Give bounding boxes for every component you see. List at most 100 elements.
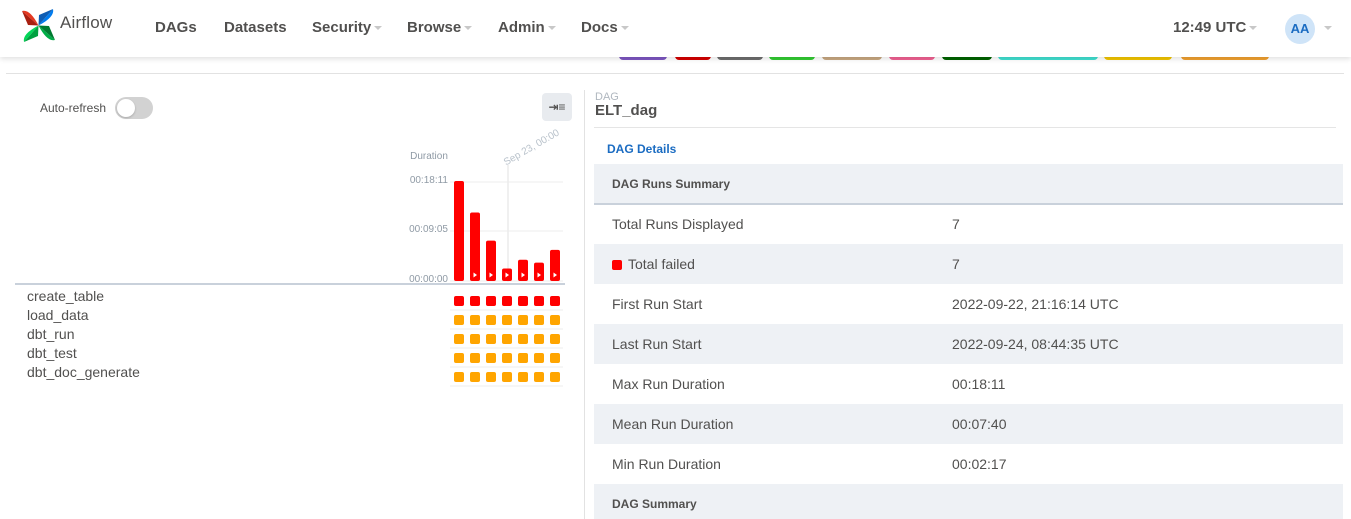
- dag-run-duration-bar[interactable]: [534, 262, 544, 281]
- task-instance-cell[interactable]: [518, 372, 528, 382]
- summary-row-key: Max Run Duration: [612, 376, 725, 392]
- dag-id-title: ELT_dag: [595, 102, 658, 119]
- task-instance-cell[interactable]: [534, 353, 544, 363]
- task-instance-cell[interactable]: [486, 296, 496, 306]
- summary-row-value: 2022-09-24, 08:44:35 UTC: [952, 336, 1119, 352]
- nav-docs-label: Docs: [581, 19, 618, 36]
- chevron-down-icon: [1249, 26, 1258, 31]
- task-instance-cell[interactable]: [534, 296, 544, 306]
- task-instance-cell[interactable]: [486, 315, 496, 325]
- dag-summary-header: DAG Summary: [594, 484, 1343, 519]
- summary-row-value: 00:18:11: [952, 376, 1006, 392]
- nav-dags[interactable]: DAGs: [155, 19, 197, 36]
- summary-row-value: 7: [952, 216, 960, 232]
- task-instance-cell[interactable]: [518, 353, 528, 363]
- summary-row-key: First Run Start: [612, 296, 702, 312]
- y-tick-label: 00:18:11: [410, 175, 449, 186]
- timezone-clock[interactable]: 12:49 UTC: [1173, 19, 1258, 36]
- dag-run-duration-bar[interactable]: [518, 259, 528, 281]
- chevron-down-icon: [464, 26, 473, 31]
- task-instance-cell[interactable]: [550, 334, 560, 344]
- task-instance-cell[interactable]: [550, 315, 560, 325]
- task-instance-cell[interactable]: [454, 372, 464, 382]
- task-instance-cell[interactable]: [534, 334, 544, 344]
- nav-browse[interactable]: Browse: [407, 19, 473, 36]
- task-instance-cell[interactable]: [470, 296, 480, 306]
- collapse-details-button[interactable]: ⇥≡: [542, 93, 572, 121]
- summary-row-key: Total Runs Displayed: [612, 216, 744, 232]
- auto-refresh-toggle[interactable]: [115, 97, 153, 119]
- brand-name: Airflow: [60, 12, 113, 32]
- nav-admin[interactable]: Admin: [498, 19, 556, 36]
- dag-runs-summary-header: DAG Runs Summary: [594, 164, 1343, 205]
- task-instance-cell[interactable]: [534, 315, 544, 325]
- run-date-label: Sep 23, 00:00: [502, 127, 562, 168]
- task-instance-cell[interactable]: [470, 315, 480, 325]
- chevron-down-icon: [547, 26, 556, 31]
- task-name-dbt-doc-generate[interactable]: dbt_doc_generate: [27, 364, 140, 380]
- task-instance-cell[interactable]: [454, 353, 464, 363]
- summary-row-key-text: First Run Start: [612, 296, 703, 312]
- task-instance-cell[interactable]: [486, 372, 496, 382]
- divider: [6, 73, 1344, 74]
- summary-row-value: 00:02:17: [952, 456, 1007, 472]
- nav-admin-label: Admin: [498, 19, 545, 36]
- task-instance-cell[interactable]: [486, 334, 496, 344]
- nav-browse-label: Browse: [407, 19, 462, 36]
- summary-row-key-text: Last Run Start: [612, 336, 702, 352]
- task-instance-cell[interactable]: [470, 353, 480, 363]
- chevron-down-icon: [374, 26, 383, 31]
- dag-run-duration-bar[interactable]: [470, 212, 480, 281]
- task-name-dbt-test[interactable]: dbt_test: [27, 345, 77, 361]
- summary-row-key-text: Max Run Duration: [612, 376, 725, 392]
- collapse-sidebar-icon: ⇥≡: [548, 100, 566, 114]
- task-instance-cell[interactable]: [550, 353, 560, 363]
- task-instance-cell[interactable]: [502, 296, 512, 306]
- duration-axis-label: Duration: [410, 151, 448, 162]
- section-title: DAG Runs Summary: [612, 177, 731, 191]
- user-avatar[interactable]: AA: [1285, 14, 1315, 44]
- task-name-load-data[interactable]: load_data: [27, 307, 89, 323]
- tab-dag-details[interactable]: DAG Details: [607, 142, 676, 156]
- task-instance-cell[interactable]: [550, 296, 560, 306]
- task-instance-cell[interactable]: [486, 353, 496, 363]
- chevron-down-icon[interactable]: [1324, 26, 1332, 30]
- task-instance-cell[interactable]: [502, 372, 512, 382]
- summary-row: First Run Start 2022-09-22, 21:16:14 UTC: [594, 284, 1343, 324]
- summary-row-key: Last Run Start: [612, 336, 702, 352]
- summary-row: Max Run Duration 00:18:11: [594, 364, 1343, 404]
- task-instance-cell[interactable]: [454, 315, 464, 325]
- divider: [594, 127, 1336, 128]
- task-instance-cell[interactable]: [470, 334, 480, 344]
- task-instance-cell[interactable]: [518, 315, 528, 325]
- chevron-down-icon: [620, 26, 629, 31]
- nav-docs[interactable]: Docs: [581, 19, 629, 36]
- task-name-dbt-run[interactable]: dbt_run: [27, 326, 74, 342]
- task-instance-cell[interactable]: [518, 334, 528, 344]
- nav-security[interactable]: Security: [312, 19, 383, 36]
- nav-datasets-label: Datasets: [224, 19, 287, 36]
- task-instance-cell[interactable]: [454, 296, 464, 306]
- task-instance-cell[interactable]: [470, 372, 480, 382]
- nav-security-label: Security: [312, 19, 372, 36]
- task-instance-cell[interactable]: [502, 334, 512, 344]
- summary-row: Last Run Start 2022-09-24, 08:44:35 UTC: [594, 324, 1343, 364]
- task-instance-cell[interactable]: [534, 372, 544, 382]
- panel-splitter[interactable]: [584, 90, 585, 519]
- task-instance-cell[interactable]: [550, 372, 560, 382]
- airflow-logo-icon: [22, 9, 55, 42]
- task-instance-cell[interactable]: [518, 296, 528, 306]
- clock-label: 12:49 UTC: [1173, 19, 1247, 36]
- task-instance-cell[interactable]: [502, 353, 512, 363]
- task-instance-cell[interactable]: [454, 334, 464, 344]
- toggle-knob: [117, 99, 135, 117]
- dag-run-duration-bar[interactable]: [454, 181, 464, 281]
- task-name-create-table[interactable]: create_table: [27, 288, 104, 304]
- nav-datasets[interactable]: Datasets: [224, 19, 287, 36]
- summary-row: Mean Run Duration 00:07:40: [594, 404, 1343, 444]
- dag-runs-grid: Duration Sep 23, 00:00 00:18:1100:09:050…: [15, 127, 565, 387]
- task-instance-cell[interactable]: [502, 315, 512, 325]
- airflow-brand-link[interactable]: Airflow: [20, 7, 112, 44]
- summary-row-value: 2022-09-22, 21:16:14 UTC: [952, 296, 1119, 312]
- auto-refresh-label: Auto-refresh: [40, 101, 107, 115]
